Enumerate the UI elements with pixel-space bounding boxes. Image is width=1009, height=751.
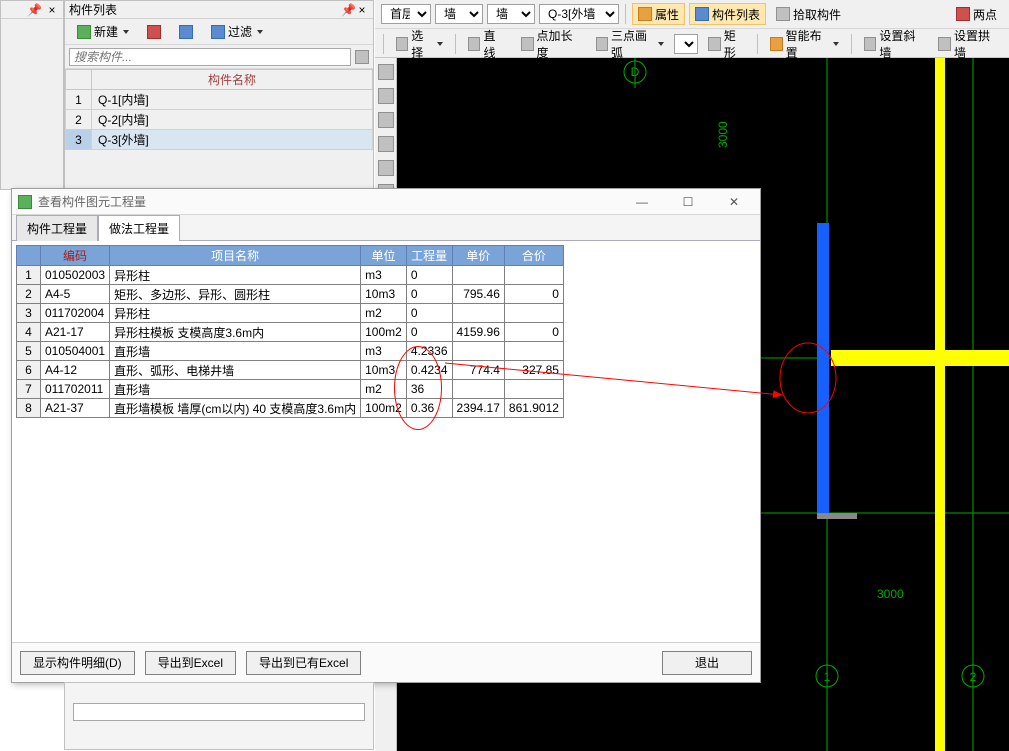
svg-text:2: 2 [970, 670, 977, 684]
line-button[interactable]: 直线 [462, 33, 511, 55]
panel-title: 构件列表 [69, 1, 341, 18]
arc-icon [596, 37, 609, 51]
property-icon [638, 7, 652, 21]
table-row[interactable]: 4A21-17异形柱模板 支模高度3.6m内100m204159.960 [17, 323, 564, 342]
chevron-down-icon [437, 42, 443, 46]
slant-wall-button[interactable]: 设置斜墙 [858, 33, 929, 55]
floor-select[interactable]: 首层 [381, 4, 431, 24]
component-list-panel: 构件列表 📌 × 新建 过滤 构件名称 1Q-1[内墙] 2Q-2[内墙] 3Q… [64, 0, 374, 190]
dialog-title: 查看构件图元工程量 [38, 193, 616, 210]
twopoint-icon [956, 7, 970, 21]
minimize-button[interactable]: — [622, 191, 662, 213]
filter-button[interactable]: 过滤 [205, 21, 269, 43]
bottom-panel-fragment [64, 682, 374, 750]
svg-text:3000: 3000 [716, 121, 730, 148]
category-a-select[interactable]: 墙 [435, 4, 483, 24]
table-row[interactable]: 3Q-3[外墙] [66, 130, 373, 150]
tab-component-qty[interactable]: 构件工程量 [16, 215, 98, 241]
rect-button[interactable]: 矩形 [702, 33, 751, 55]
new-button[interactable]: 新建 [71, 21, 135, 43]
slant-icon [864, 37, 877, 51]
tool-icon[interactable] [378, 88, 394, 104]
left-narrow-panel: 📌 × [0, 0, 64, 190]
col-name: 项目名称 [110, 246, 361, 266]
col-total: 合价 [504, 246, 563, 266]
maximize-button[interactable]: ☐ [668, 191, 708, 213]
component-list-button[interactable]: 构件列表 [689, 3, 766, 25]
col-unit: 单位 [361, 246, 407, 266]
select-button[interactable]: 选择 [390, 33, 449, 55]
funnel-icon [211, 25, 225, 39]
pin-icon[interactable]: 📌 [341, 3, 355, 17]
copy-icon [179, 25, 193, 39]
arc-mode-select[interactable] [674, 34, 698, 54]
extend-button[interactable]: 点加长度 [515, 33, 586, 55]
table-row[interactable]: 2A4-5矩形、多边形、异形、圆形柱10m30795.460 [17, 285, 564, 304]
table-row[interactable]: 8A21-37直形墙模板 墙厚(cm以内) 40 支模高度3.6m内100m20… [17, 399, 564, 418]
tool-icon[interactable] [378, 112, 394, 128]
chevron-down-icon [833, 42, 839, 46]
tool-icon[interactable] [378, 160, 394, 176]
col-name: 构件名称 [92, 70, 373, 90]
table-row[interactable]: 2Q-2[内墙] [66, 110, 373, 130]
show-detail-button[interactable]: 显示构件明细(D) [20, 651, 135, 675]
export-excel-button[interactable]: 导出到Excel [145, 651, 236, 675]
cursor-icon [396, 37, 408, 51]
tool-icon[interactable] [378, 136, 394, 152]
input-stub[interactable] [73, 703, 365, 721]
component-select[interactable]: Q-3[外墙 [539, 4, 619, 24]
svg-text:3000: 3000 [877, 587, 904, 601]
component-table: 构件名称 1Q-1[内墙] 2Q-2[内墙] 3Q-3[外墙] [65, 69, 373, 150]
table-row[interactable]: 1Q-1[内墙] [66, 90, 373, 110]
quantity-table: 编码 项目名称 单位 工程量 单价 合价 1010502003异形柱m302A4… [16, 245, 564, 418]
extend-icon [521, 37, 534, 51]
table-row[interactable]: 7011702011直形墙m236 [17, 380, 564, 399]
arch-wall-button[interactable]: 设置拱墙 [932, 33, 1003, 55]
attribute-button[interactable]: 属性 [632, 3, 685, 25]
pick-component-button[interactable]: 拾取构件 [770, 3, 847, 25]
picker-icon [776, 7, 790, 21]
col-code: 编码 [41, 246, 110, 266]
search-input[interactable] [69, 48, 351, 66]
col-qty: 工程量 [406, 246, 452, 266]
table-row[interactable]: 5010504001直形墙m34.2336 [17, 342, 564, 361]
delete-icon [147, 25, 161, 39]
table-row[interactable]: 1010502003异形柱m30 [17, 266, 564, 285]
arc3-button[interactable]: 三点画弧 [590, 33, 671, 55]
chevron-down-icon [257, 30, 263, 34]
smart-layout-button[interactable]: 智能布置 [764, 33, 845, 55]
svg-text:1: 1 [824, 670, 831, 684]
line-icon [468, 37, 481, 51]
rect-icon [708, 37, 721, 51]
export-existing-excel-button[interactable]: 导出到已有Excel [246, 651, 361, 675]
smart-icon [770, 37, 783, 51]
pin-icon[interactable]: 📌 [27, 3, 41, 17]
svg-text:D: D [631, 65, 640, 79]
arch-icon [938, 37, 951, 51]
two-point-button[interactable]: 两点 [950, 3, 1003, 25]
delete-button[interactable] [141, 21, 167, 43]
close-button[interactable]: ✕ [714, 191, 754, 213]
app-icon [18, 195, 32, 209]
copy-button[interactable] [173, 21, 199, 43]
close-icon[interactable]: × [45, 3, 59, 17]
top-toolbar: 首层 墙 墙 Q-3[外墙 属性 构件列表 拾取构件 两点 选择 直线 点加长度… [375, 0, 1009, 58]
col-price: 单价 [452, 246, 504, 266]
plus-icon [77, 25, 91, 39]
search-icon[interactable] [355, 50, 369, 64]
close-icon[interactable]: × [355, 3, 369, 17]
quantity-dialog: 查看构件图元工程量 — ☐ ✕ 构件工程量 做法工程量 编码 项目名称 单位 工… [11, 188, 761, 683]
exit-button[interactable]: 退出 [662, 651, 752, 675]
list-icon [695, 7, 709, 21]
tab-method-qty[interactable]: 做法工程量 [98, 215, 180, 241]
chevron-down-icon [123, 30, 129, 34]
table-row[interactable]: 3011702004异形柱m20 [17, 304, 564, 323]
tool-icon[interactable] [378, 64, 394, 80]
chevron-down-icon [658, 42, 664, 46]
table-row[interactable]: 6A4-12直形、弧形、电梯井墙10m30.4234774.4327.85 [17, 361, 564, 380]
category-b-select[interactable]: 墙 [487, 4, 535, 24]
